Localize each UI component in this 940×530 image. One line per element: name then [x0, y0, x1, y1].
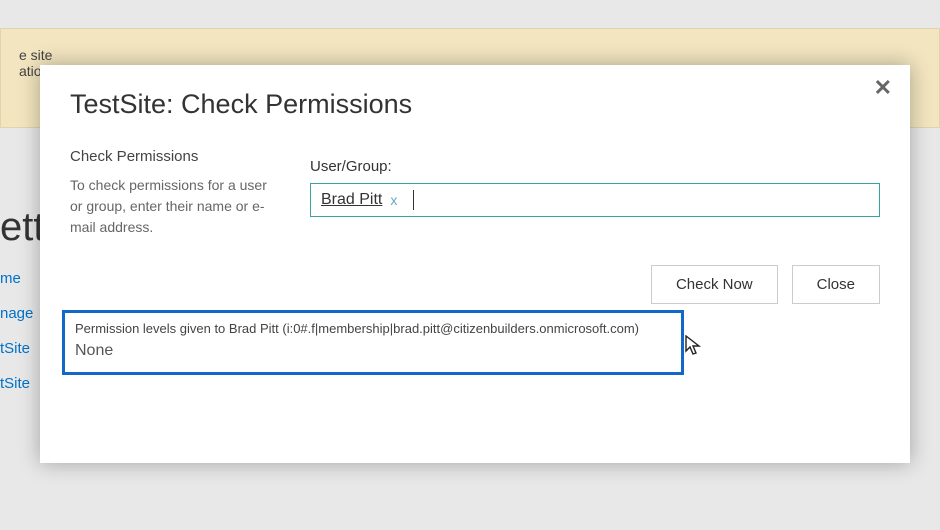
button-row: Check Now Close — [310, 265, 880, 304]
dialog-body: Check Permissions To check permissions f… — [70, 148, 880, 304]
mouse-cursor-icon — [685, 335, 703, 363]
text-cursor — [413, 190, 414, 210]
remove-chip-icon[interactable]: x — [390, 192, 397, 208]
nav-link[interactable]: me — [0, 270, 33, 287]
nav-link[interactable]: tSite — [0, 375, 33, 392]
left-nav-links: me nage tSite tSite — [0, 270, 33, 392]
nav-link[interactable]: nage — [0, 305, 33, 322]
help-column: Check Permissions To check permissions f… — [70, 148, 270, 304]
dialog-title: TestSite: Check Permissions — [70, 89, 880, 120]
result-title: Permission levels given to Brad Pitt (i:… — [75, 321, 671, 336]
form-column: User/Group: Brad Pitt x Check Now Close — [310, 148, 880, 304]
help-text: To check permissions for a user or group… — [70, 175, 270, 238]
user-group-label: User/Group: — [310, 158, 880, 175]
user-group-input[interactable]: Brad Pitt x — [310, 183, 880, 217]
banner-text-line1: e site — [19, 47, 921, 63]
result-value: None — [75, 342, 671, 360]
close-icon[interactable]: ✕ — [874, 77, 892, 99]
page-header-fragment: ett — [0, 205, 44, 250]
selected-user-chip[interactable]: Brad Pitt — [321, 191, 382, 209]
permission-result-box: Permission levels given to Brad Pitt (i:… — [62, 310, 684, 375]
nav-link[interactable]: tSite — [0, 340, 33, 357]
check-now-button[interactable]: Check Now — [651, 265, 778, 304]
check-permissions-dialog: ✕ TestSite: Check Permissions Check Perm… — [40, 65, 910, 463]
section-heading: Check Permissions — [70, 148, 270, 165]
close-button[interactable]: Close — [792, 265, 880, 304]
